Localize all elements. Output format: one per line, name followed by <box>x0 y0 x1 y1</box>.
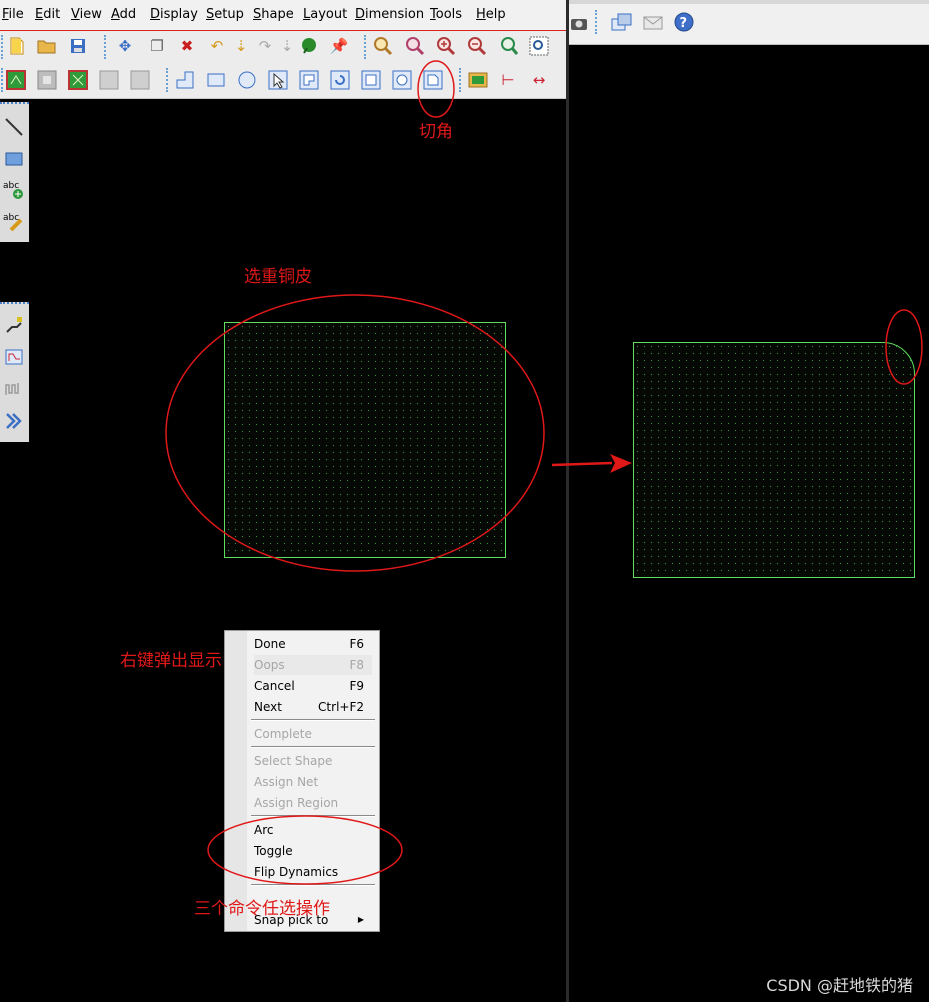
commands-highlight-ellipse <box>207 815 403 885</box>
watermark: CSDN @赶地铁的猪 <box>766 976 913 995</box>
annotation-chamfer: 切角 <box>419 122 453 142</box>
result-arrow-head-icon <box>610 454 632 473</box>
annotation-right-click: 右键弹出显示 <box>120 651 222 671</box>
annotation-overlay <box>165 60 923 885</box>
corner-highlight-ellipse <box>885 309 923 385</box>
annotation-select-copper: 选重铜皮 <box>244 267 312 287</box>
copper-highlight-ellipse <box>165 294 545 572</box>
result-arrow-line <box>551 461 613 467</box>
annotation-three-commands: 三个命令任选操作 <box>194 899 330 919</box>
chamfer-highlight-circle <box>417 60 455 118</box>
